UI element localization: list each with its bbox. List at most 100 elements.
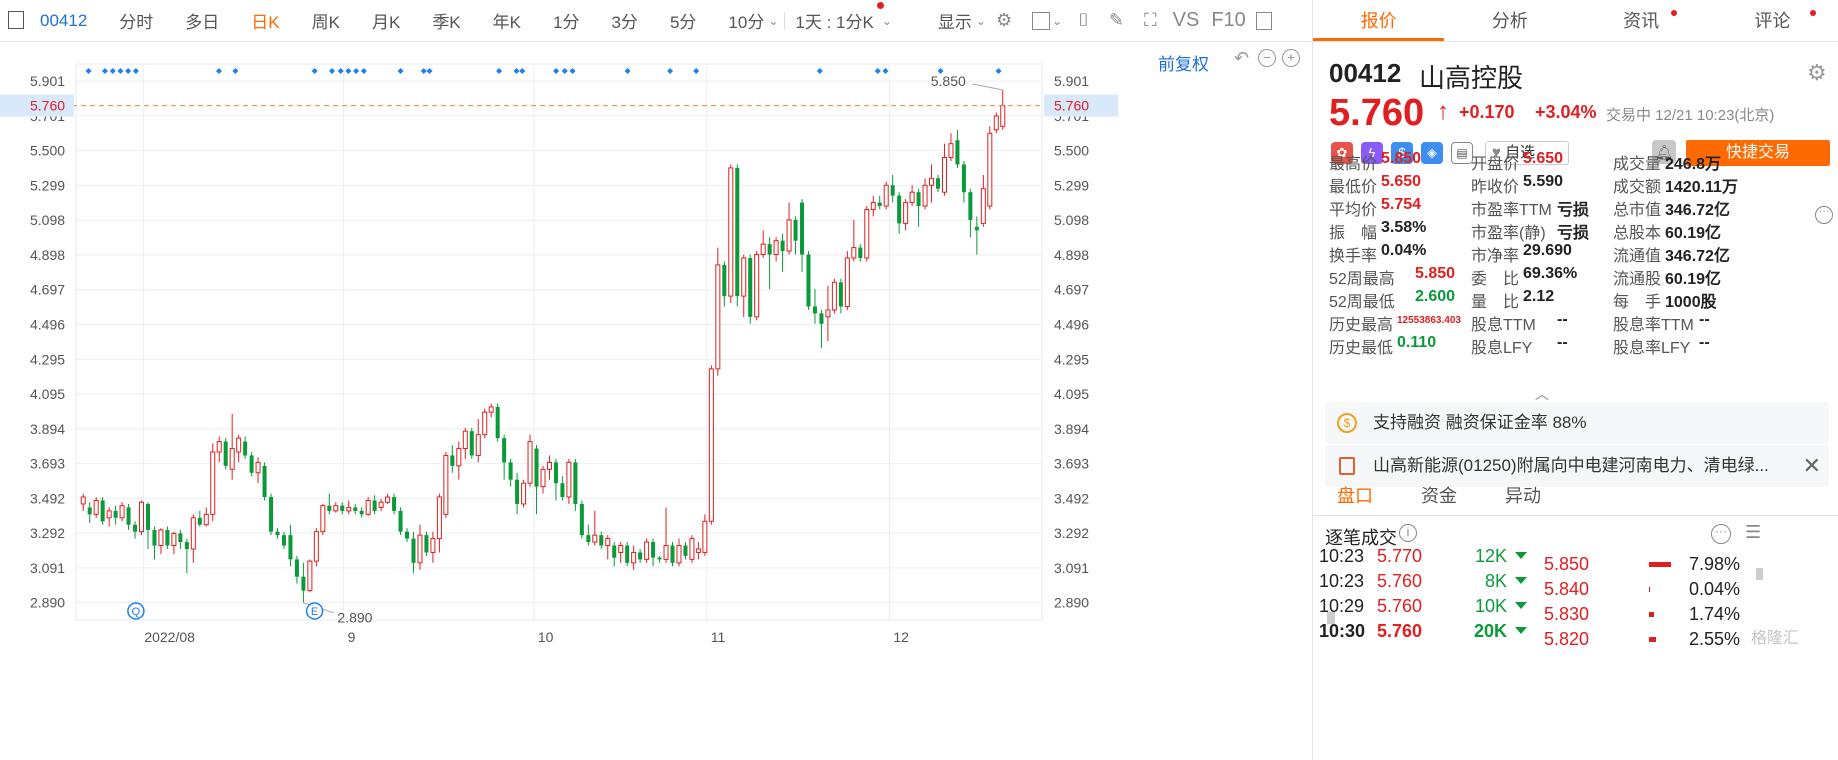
candle-body-down — [178, 533, 183, 543]
y-tick-label-right: 4.496 — [1054, 317, 1089, 333]
current-price-label-left: 5.760 — [30, 98, 65, 114]
tab-daily-k[interactable]: 日K — [235, 8, 295, 33]
orderbook-bar — [1649, 587, 1650, 592]
candle-body-down — [469, 431, 474, 456]
tab-3min[interactable]: 3分 — [595, 8, 653, 33]
candle-body-down — [100, 500, 105, 522]
tab-alerts[interactable]: 异动 — [1481, 476, 1565, 515]
tab-analysis[interactable]: 分析 — [1444, 0, 1575, 41]
f10-button[interactable]: F10 — [1211, 9, 1245, 32]
candle-body-down — [275, 531, 280, 536]
notification-dot — [876, 2, 884, 9]
tab-funds[interactable]: 资金 — [1397, 476, 1481, 515]
tab-1min[interactable]: 1分 — [537, 8, 595, 33]
chevron-down-icon[interactable]: ⌄ — [1052, 14, 1062, 28]
stat-value: 3.58% — [1381, 219, 1427, 236]
stat-value: 亏损 — [1557, 202, 1590, 219]
tab-weekly-k[interactable]: 周K — [296, 8, 356, 33]
candle-body-up — [605, 538, 611, 547]
trade-volume: 12K — [1474, 546, 1507, 566]
quote-name: 山高控股 — [1419, 63, 1524, 93]
candle-body-down — [87, 507, 92, 515]
scrollbar[interactable] — [1756, 568, 1763, 580]
sidebar-toggle-icon[interactable] — [8, 11, 24, 29]
candle-body-down — [450, 455, 455, 466]
y-tick-label-left: 3.091 — [30, 560, 65, 576]
info-icon[interactable]: i — [1399, 524, 1417, 542]
y-tick-label-right: 4.295 — [1054, 351, 1089, 367]
stat-label: 总市值 — [1613, 202, 1662, 219]
event-marker — [85, 68, 92, 74]
tab-news[interactable]: 资讯 — [1576, 0, 1707, 41]
candle-body-down — [579, 503, 584, 536]
gear-icon[interactable]: ⚙ — [1807, 60, 1827, 86]
orderbook-pct: 0.04% — [1689, 579, 1741, 599]
margin-banner[interactable]: $ 支持融资 融资保证金率 88% — [1325, 402, 1829, 444]
more-icon[interactable]: ··· — [1815, 206, 1833, 224]
tab-5min[interactable]: 5分 — [654, 8, 712, 33]
tab-quote[interactable]: 报价 — [1313, 0, 1445, 41]
kline-chart[interactable]: 前复权 ↶ − + 5.9015.9015.7015.7015.5005.500… — [0, 42, 1312, 760]
candle-body-up — [663, 545, 669, 560]
candle-body-up — [741, 257, 747, 297]
camera-icon[interactable]: ⌷ — [1078, 10, 1089, 31]
more-icon[interactable]: ··· — [1711, 524, 1731, 544]
tab-comments[interactable]: 评论 — [1707, 0, 1838, 41]
event-badge-label: Q — [132, 606, 141, 618]
stat-label: 流通值 — [1613, 248, 1662, 265]
tab-quarterly-k[interactable]: 季K — [416, 8, 476, 33]
trade-price: 5.770 — [1377, 546, 1423, 566]
watermark: 格隆汇 — [1751, 630, 1800, 647]
candle-body-up — [365, 499, 371, 515]
chevron-down-icon[interactable]: ⌄ — [882, 14, 892, 28]
candle-body-down — [586, 535, 591, 543]
tab-pankou[interactable]: 盘口 — [1313, 476, 1397, 515]
candle-body-down — [858, 247, 863, 258]
draw-box-icon[interactable] — [1032, 11, 1051, 30]
tab-fenshi[interactable]: 分时 — [103, 8, 169, 33]
stat-value: 亏损 — [1557, 225, 1590, 242]
tab-multiday[interactable]: 多日 — [169, 8, 235, 33]
y-tick-label-right: 3.091 — [1054, 560, 1089, 576]
stat-value: 5.754 — [1381, 196, 1422, 213]
display-menu[interactable]: 显示 — [938, 8, 972, 33]
candle-body-up — [93, 499, 99, 515]
tag-icon[interactable]: ◈ — [1421, 142, 1443, 164]
candle-body-down — [780, 240, 785, 252]
chevron-down-icon[interactable]: ⌄ — [976, 14, 986, 28]
scrollbar-thumb[interactable] — [1327, 612, 1335, 624]
tab-10min[interactable]: 10分 — [712, 8, 768, 33]
collapse-chevron-icon[interactable]: ︿ — [1535, 384, 1549, 404]
candle-body-up — [430, 538, 436, 553]
candle-body-down — [974, 226, 979, 231]
stat-label: 历史最高 — [1329, 317, 1394, 334]
chevron-down-icon[interactable]: ⌄ — [768, 14, 778, 28]
period-select[interactable]: 1天 : 1分K — [791, 2, 884, 33]
settings-icon[interactable]: ⚙ — [996, 10, 1012, 31]
document-icon[interactable]: ▤ — [1451, 142, 1473, 164]
candle-body-up — [527, 441, 533, 484]
vs-button[interactable]: VS — [1173, 9, 1200, 32]
candle-body-up — [158, 529, 164, 547]
notification-dot — [1670, 10, 1677, 16]
candle-body-up — [488, 406, 494, 413]
y-tick-label-left: 5.098 — [30, 212, 65, 228]
pencil-icon[interactable]: ✎ — [1109, 10, 1124, 31]
candle-body-up — [864, 208, 870, 259]
orderbook-pct: 2.55% — [1689, 629, 1741, 649]
tab-yearly-k[interactable]: 年K — [477, 8, 537, 33]
event-marker — [513, 68, 520, 74]
candle-body-up — [644, 541, 650, 560]
fullscreen-icon[interactable]: ⛶ — [1144, 10, 1157, 31]
stock-code[interactable]: 00412 — [40, 11, 87, 31]
tab-monthly-k[interactable]: 月K — [356, 8, 416, 33]
stat-label: 股息率LFY — [1613, 340, 1691, 357]
candle-body-down — [424, 535, 429, 553]
candle-body-down — [327, 505, 332, 511]
list-icon[interactable]: ☰ — [1745, 522, 1761, 543]
event-marker — [519, 68, 526, 74]
orderbook-pct: 1.74% — [1689, 604, 1741, 624]
panel-toggle-icon[interactable] — [1255, 11, 1272, 30]
low-annotation: 2.890 — [337, 610, 372, 626]
candle-body-up — [773, 240, 779, 256]
